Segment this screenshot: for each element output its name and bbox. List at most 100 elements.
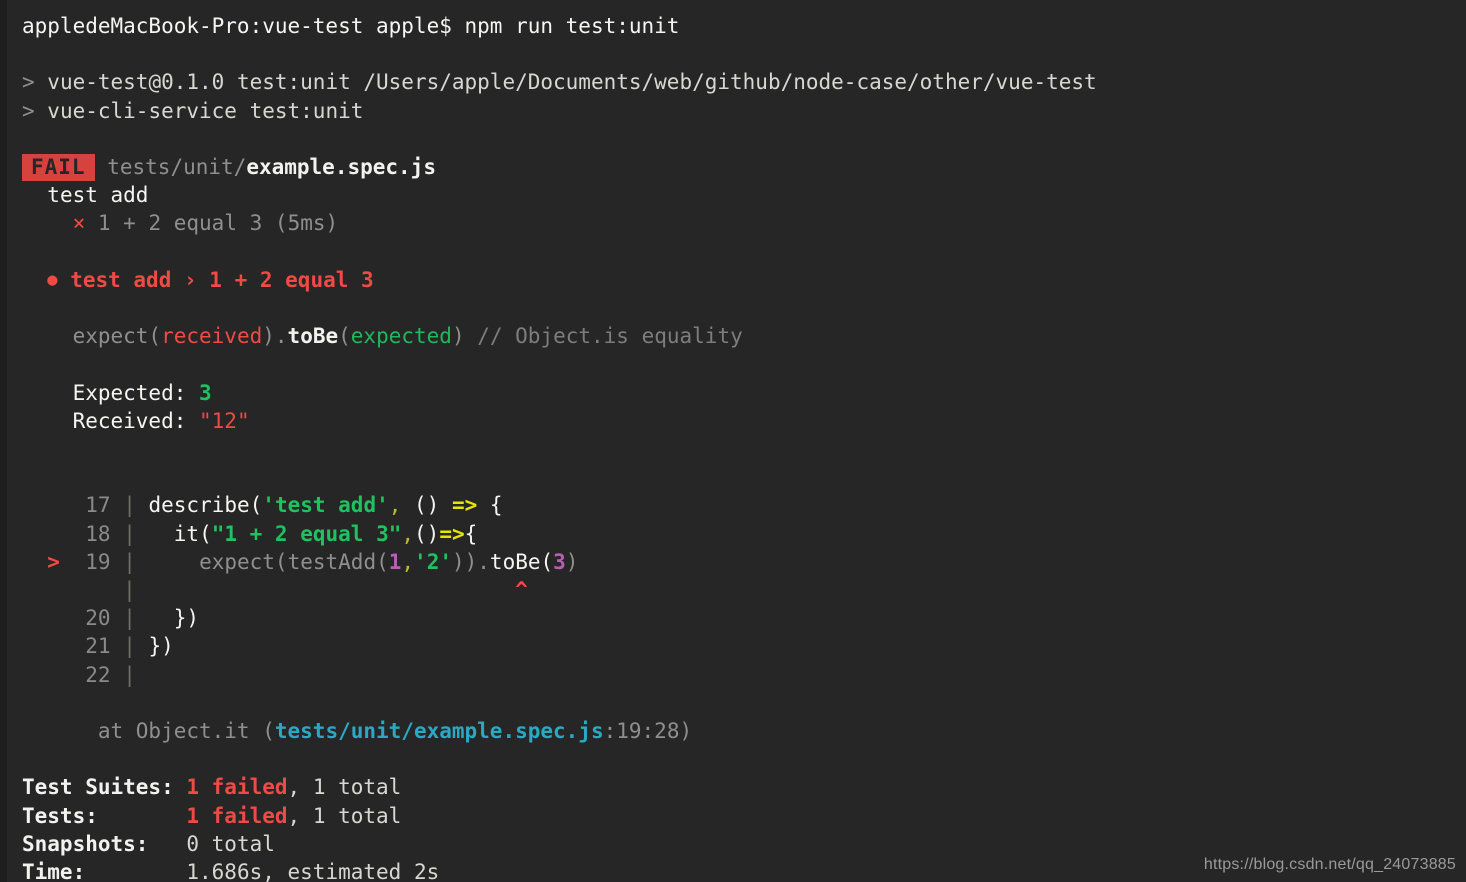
code-gutter-pipe-21: | bbox=[123, 634, 136, 659]
code-l20-text: }) bbox=[173, 606, 200, 631]
status-badge: FAIL bbox=[22, 154, 95, 182]
code-l19-b: )). bbox=[451, 549, 490, 574]
summary-pad-3 bbox=[85, 860, 186, 882]
suite-path-file: example.spec.js bbox=[246, 155, 436, 180]
summary-label-tests: Tests: bbox=[22, 803, 98, 828]
code-l19-c: ) bbox=[565, 549, 579, 574]
summary-rest-snapshots: 0 total bbox=[186, 831, 275, 856]
matcher-comment: // Object.is equality bbox=[464, 324, 743, 349]
code-l19-num3: 3 bbox=[553, 549, 566, 574]
received-label: Received: bbox=[72, 408, 200, 433]
failure-test-name: 1 + 2 equal 3 bbox=[209, 267, 374, 292]
matcher-close-paren: ) bbox=[451, 324, 465, 349]
stack-trace-line[interactable]: at Object.it (tests/unit/example.spec.js… bbox=[0, 717, 1466, 745]
code-l18-brace: { bbox=[464, 521, 478, 546]
shell-prompt: appledeMacBook-Pro:vue-test apple$ bbox=[22, 14, 465, 38]
code-l17-brace: { bbox=[489, 493, 503, 518]
code-l17-comma: , bbox=[388, 493, 402, 518]
watermark: https://blog.csdn.net/qq_24073885 bbox=[1203, 856, 1456, 873]
code-line-number-20: 20 bbox=[85, 606, 111, 631]
stack-file-link[interactable]: tests/unit/example.spec.js bbox=[275, 719, 604, 743]
describe-label: test add bbox=[47, 183, 149, 208]
code-gutter-pipe-20: | bbox=[123, 606, 136, 631]
failure-title: ● test add › 1 + 2 equal 3 bbox=[0, 266, 1466, 294]
shell-prompt-line: appledeMacBook-Pro:vue-test apple$ npm r… bbox=[0, 12, 1466, 40]
test-case-name: 1 + 2 equal 3 bbox=[97, 211, 263, 236]
summary-label-snapshots: Snapshots: bbox=[22, 831, 149, 856]
code-l17-string: 'test add' bbox=[262, 493, 389, 518]
npm-marker: > bbox=[22, 70, 48, 95]
summary-pad-2 bbox=[148, 832, 186, 856]
test-fail-mark: × bbox=[72, 211, 86, 236]
matcher-prefix: expect( bbox=[72, 324, 162, 349]
summary-pad-0 bbox=[174, 775, 187, 799]
suite-path-dir: tests/unit/ bbox=[107, 155, 247, 180]
code-l18-string: "1 + 2 equal 3" bbox=[211, 521, 402, 546]
summary-failed-test-suites: 1 failed bbox=[186, 775, 288, 800]
matcher-name: toBe bbox=[287, 324, 339, 349]
code-frame-caret-line: | ^ bbox=[0, 576, 1466, 604]
npm-marker-2: > bbox=[22, 98, 48, 123]
npm-script-command: vue-cli-service test:unit bbox=[47, 98, 364, 123]
summary-label-test-suites: Test Suites: bbox=[22, 775, 174, 800]
code-l19-tobe: toBe( bbox=[489, 549, 554, 574]
code-l19-a: expect(testAdd( bbox=[199, 549, 389, 574]
code-l18-fn: it( bbox=[173, 521, 212, 546]
code-line-number-22: 22 bbox=[85, 662, 111, 687]
summary-rest-tests: , 1 total bbox=[287, 803, 402, 828]
terminal-output[interactable]: appledeMacBook-Pro:vue-test apple$ npm r… bbox=[0, 0, 1466, 882]
code-frame-line-20: 20 | }) bbox=[0, 604, 1466, 632]
code-frame-line-22: 22 | bbox=[0, 661, 1466, 689]
stack-location: :19:28) bbox=[603, 719, 693, 744]
npm-script-line: > vue-cli-service test:unit bbox=[0, 97, 1466, 125]
code-l17-params: () bbox=[401, 493, 440, 518]
terminal-window: appledeMacBook-Pro:vue-test apple$ npm r… bbox=[0, 0, 1466, 882]
matcher-open-paren: ( bbox=[338, 324, 351, 349]
code-l19-comma: , bbox=[401, 549, 415, 574]
code-line-number-21: 21 bbox=[85, 634, 111, 659]
code-frame-line-21: 21 | }) bbox=[0, 632, 1466, 660]
matcher-mid: ). bbox=[262, 324, 288, 349]
matcher-expected-token: expected bbox=[350, 324, 452, 349]
matcher-received-token: received bbox=[161, 324, 263, 349]
npm-package-line: > vue-test@0.1.0 test:unit /Users/apple/… bbox=[0, 68, 1466, 96]
code-gutter-pipe-22: | bbox=[123, 662, 136, 687]
code-line-number-18: 18 bbox=[85, 521, 111, 546]
code-frame-line-19: > 19 | expect(testAdd(1,'2')).toBe(3) bbox=[0, 548, 1466, 576]
test-case-row: × 1 + 2 equal 3 (5ms) bbox=[0, 209, 1466, 237]
summary-rest-time: 1.686s, estimated 2s bbox=[186, 860, 440, 882]
code-line-number-17: 17 bbox=[85, 493, 111, 518]
suite-header[interactable]: FAIL tests/unit/example.spec.js bbox=[0, 153, 1466, 182]
describe-block-name: test add bbox=[0, 181, 1466, 209]
code-error-pointer-icon: > bbox=[47, 549, 60, 574]
matcher-line: expect(received).toBe(expected) // Objec… bbox=[0, 322, 1466, 350]
code-l19-str2: '2' bbox=[414, 549, 452, 574]
code-gutter-pipe-18: | bbox=[123, 521, 136, 546]
npm-package-info: vue-test@0.1.0 test:unit /Users/apple/Do… bbox=[47, 70, 1097, 95]
expected-row: Expected: 3 bbox=[0, 379, 1466, 407]
code-l19-num1: 1 bbox=[388, 549, 402, 574]
code-frame-line-18: 18 | it("1 + 2 equal 3",()=>{ bbox=[0, 520, 1466, 548]
summary-pad-1 bbox=[98, 804, 187, 828]
failure-separator: › bbox=[171, 267, 210, 292]
code-l17-arrow: => bbox=[439, 493, 490, 518]
stack-prefix: at Object.it ( bbox=[97, 719, 275, 744]
summary-row-tests: Tests: 1 failed, 1 total bbox=[0, 802, 1466, 830]
expected-value: 3 bbox=[199, 380, 212, 405]
code-l18-arrow: => bbox=[439, 521, 465, 546]
received-value: "12" bbox=[199, 408, 250, 433]
summary-row-snapshots: Snapshots: 0 total bbox=[0, 830, 1466, 858]
shell-command: npm run test:unit bbox=[464, 14, 680, 38]
code-frame-line-17: 17 | describe('test add', () => { bbox=[0, 491, 1466, 519]
summary-label-time: Time: bbox=[22, 860, 86, 882]
code-l18-params: () bbox=[414, 521, 440, 546]
